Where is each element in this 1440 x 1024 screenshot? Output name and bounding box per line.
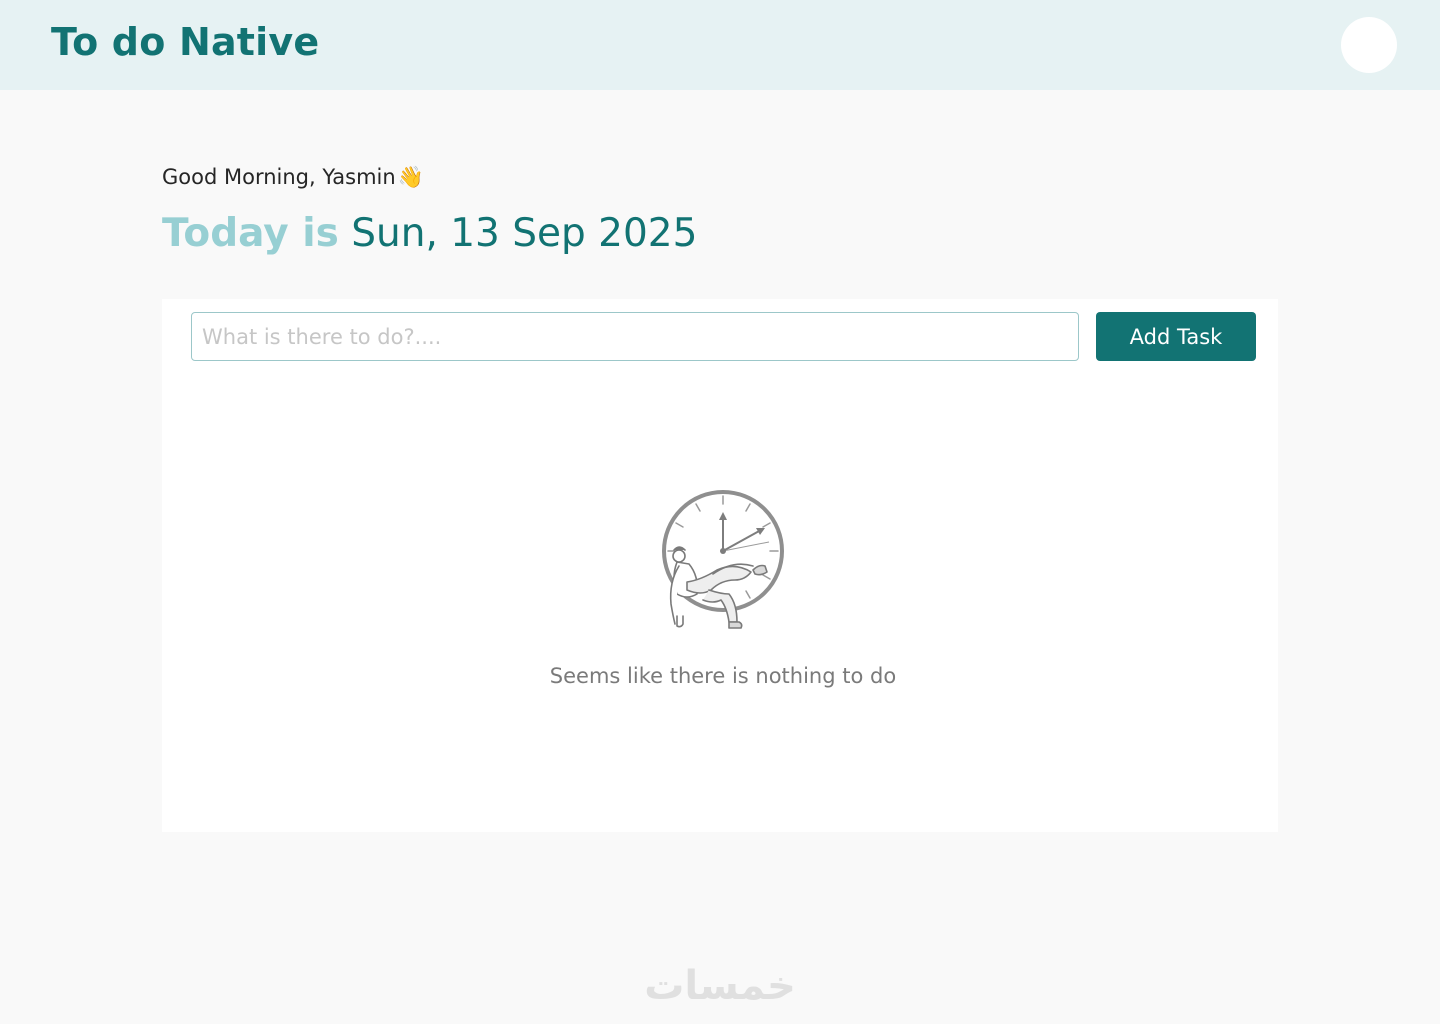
add-task-button[interactable]: Add Task: [1096, 312, 1256, 361]
app-title: To do Native: [51, 20, 320, 64]
empty-state-message: Seems like there is nothing to do: [549, 664, 897, 688]
clock-person-relaxing-icon: [662, 490, 784, 629]
greeting: Good Morning, Yasmin 👋: [162, 165, 424, 189]
today-heading: Today is Sun, 13 Sep 2025: [162, 208, 697, 260]
top-bar: To do Native: [0, 0, 1440, 90]
today-date: Sun, 13 Sep 2025: [351, 211, 698, 256]
today-prefix: Today is: [162, 211, 339, 256]
watermark-logo: خمسات: [644, 963, 796, 1009]
avatar[interactable]: [1341, 17, 1397, 73]
waving-hand-icon: 👋: [397, 164, 424, 189]
task-input[interactable]: [191, 312, 1079, 361]
greeting-text: Good Morning, Yasmin: [162, 165, 396, 189]
task-card: Add Task: [162, 299, 1278, 832]
